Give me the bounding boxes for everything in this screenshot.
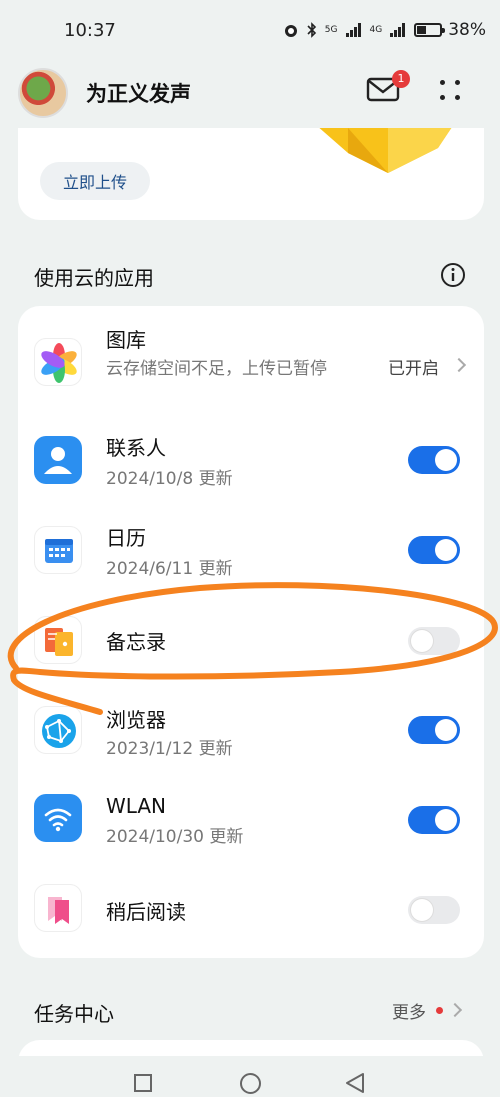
upload-card: 立即上传 [18,128,484,220]
avatar[interactable] [18,68,68,118]
app-subtitle: 2024/10/8 更新 [106,469,233,489]
apps-card: 图库 云存储空间不足，上传已暂停 已开启 联系人 2024/10/8 更新 日历… [18,306,484,958]
toggle-knob [435,719,457,741]
app-name: 图库 [106,328,146,352]
app-row-browser: 浏览器 2023/1/12 更新 [18,686,484,776]
toggle-knob [435,809,457,831]
app-name: 备忘录 [106,630,166,654]
status-icons: 5G 4G 38% [283,20,486,40]
battery-icon [414,23,446,37]
wifi-icon [34,794,82,842]
battery-percent: 38% [448,20,486,40]
wlan-sync-toggle[interactable] [408,806,460,834]
app-name: 日历 [106,526,146,550]
app-row-gallery[interactable]: 图库 云存储空间不足，上传已暂停 已开启 [18,306,484,416]
back-button[interactable] [344,1072,366,1094]
chevron-right-icon[interactable] [447,1002,463,1018]
toggle-knob [435,449,457,471]
dot [455,80,460,85]
battery-indicator: 38% [414,20,486,40]
browser-sync-toggle[interactable] [408,716,460,744]
upload-now-button[interactable]: 立即上传 [40,162,150,200]
app-status: 已开启 [388,359,439,379]
network-5g-label: 5G [324,25,338,35]
dot [440,80,445,85]
network-4g-label: 4G [369,25,383,35]
app-name: WLAN [106,794,167,818]
contacts-sync-toggle[interactable] [408,446,460,474]
app-subtitle: 云存储空间不足，上传已暂停 [106,359,327,379]
app-subtitle: 2024/10/30 更新 [106,827,244,847]
username: 为正义发声 [86,82,191,106]
signal-icon [345,23,361,37]
dot [455,95,460,100]
app-row-wlan: WLAN 2024/10/30 更新 [18,776,484,866]
system-navigation-bar [0,1056,500,1097]
app-subtitle: 2024/6/11 更新 [106,559,233,579]
info-icon[interactable] [440,262,466,288]
notification-dot [436,1007,443,1014]
app-row-read-later: 稍后阅读 [18,866,484,958]
alarm-icon [284,25,297,37]
task-center-title: 任务中心 [34,1002,114,1026]
task-center-more-link[interactable]: 更多 [392,998,426,1023]
recents-button[interactable] [134,1074,152,1092]
apps-section-title: 使用云的应用 [34,266,154,290]
status-bar: 10:37 5G 4G 38% [0,0,500,60]
gallery-icon [34,338,82,386]
app-name: 稍后阅读 [106,900,186,924]
calendar-sync-toggle[interactable] [408,536,460,564]
toggle-knob [411,899,433,921]
toggle-knob [435,539,457,561]
notes-sync-toggle[interactable] [408,627,460,655]
banner-illustration [319,128,452,173]
more-options-button[interactable] [436,76,464,104]
notes-icon [34,616,82,664]
app-row-calendar: 日历 2024/6/11 更新 [18,506,484,596]
calendar-icon [34,526,82,574]
read-later-sync-toggle[interactable] [408,896,460,924]
status-time: 10:37 [64,20,116,41]
read-later-icon [34,884,82,932]
app-name: 联系人 [106,436,166,460]
contacts-icon [34,436,82,484]
profile-header: 为正义发声 1 [0,60,500,128]
browser-icon [34,706,82,754]
app-row-notes: 备忘录 [18,596,484,686]
dot [440,95,445,100]
signal-icon-2 [390,23,406,37]
mail-badge: 1 [392,70,410,88]
home-button[interactable] [240,1073,261,1094]
battery-fill [417,26,426,34]
app-name: 浏览器 [106,708,166,732]
toggle-knob [411,630,433,652]
chevron-right-icon [451,357,467,373]
app-row-contacts: 联系人 2024/10/8 更新 [18,416,484,506]
app-subtitle: 2023/1/12 更新 [106,739,233,759]
bluetooth-icon [307,22,316,38]
